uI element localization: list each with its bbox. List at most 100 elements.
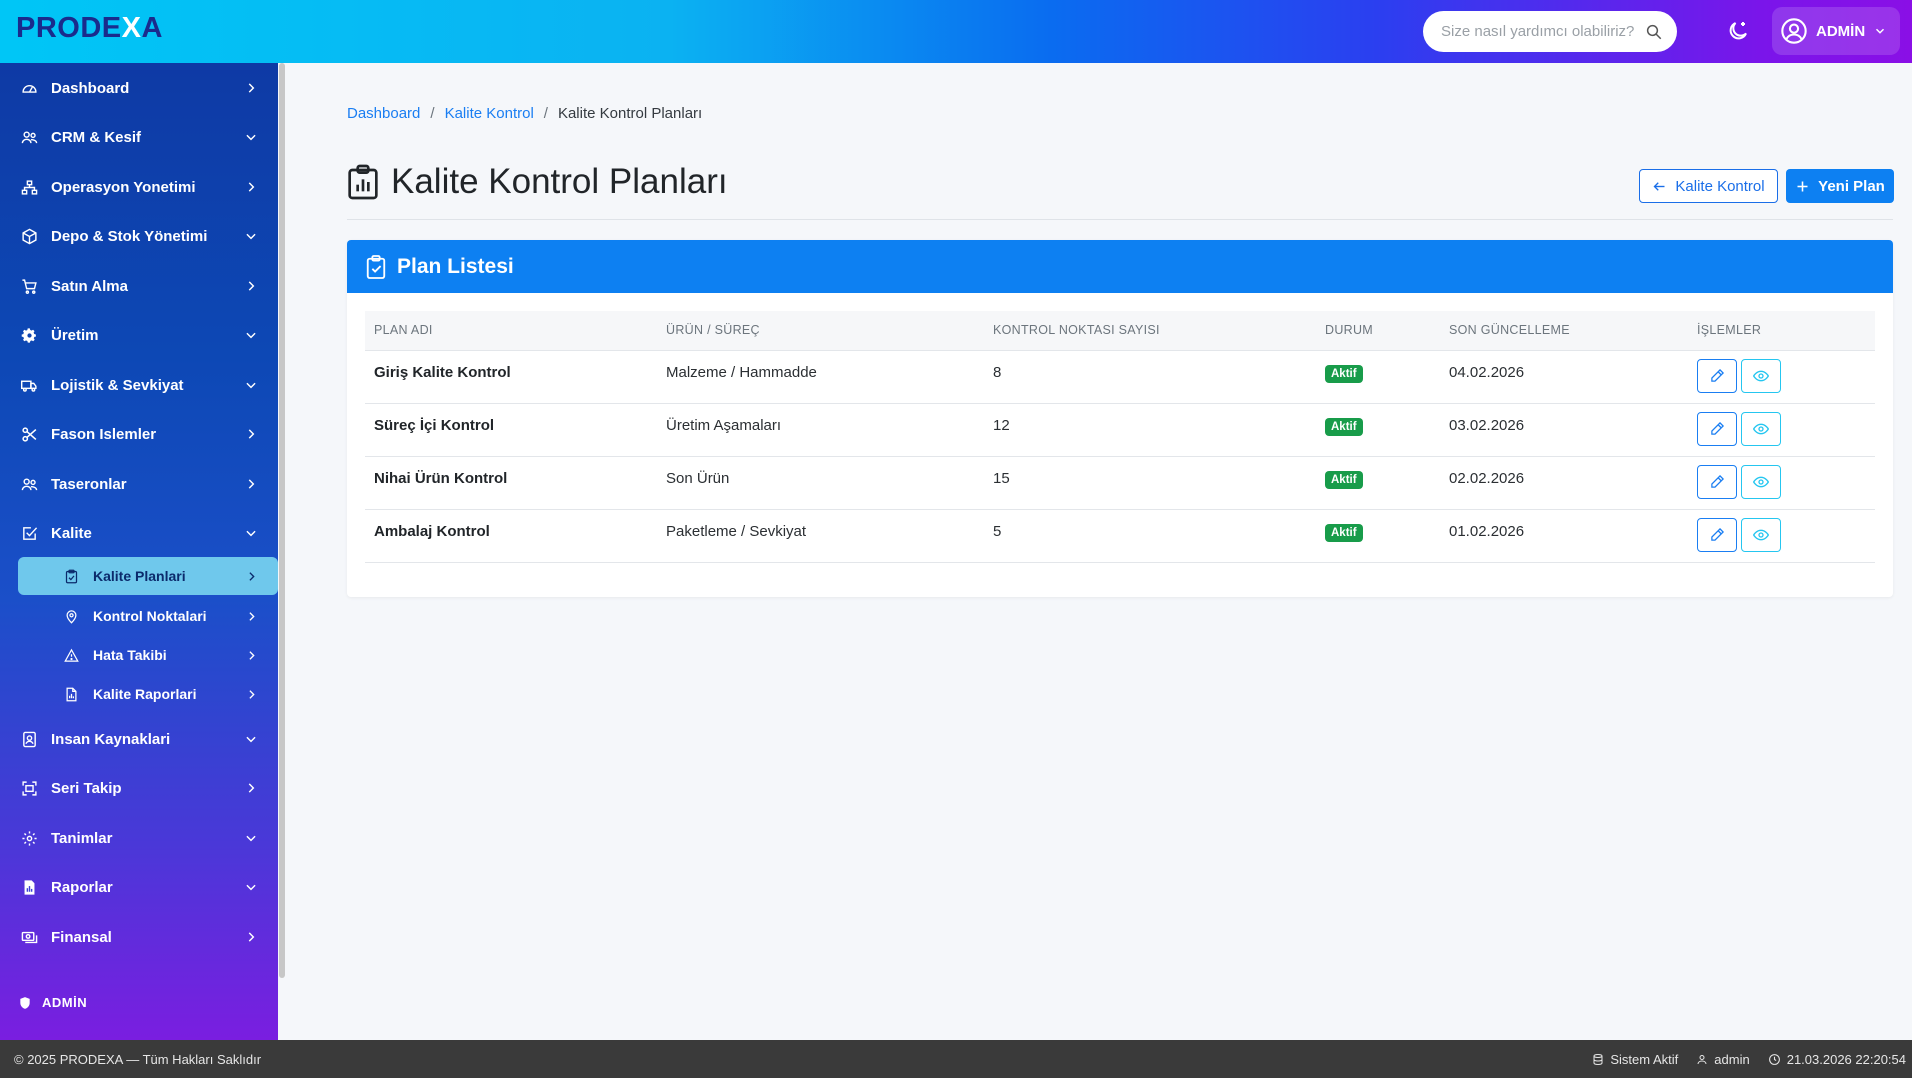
user-icon [1697, 1054, 1707, 1064]
status-cell: Aktif [1316, 456, 1440, 510]
edit-button[interactable] [1697, 517, 1737, 552]
view-button[interactable] [1741, 358, 1781, 393]
chevron-right-icon [248, 932, 255, 942]
back-to-kalite-kontrol-button[interactable]: Kalite Kontrol [1639, 169, 1778, 203]
sidebar-item-depo[interactable]: Depo & Stok Yönetimi [0, 216, 278, 256]
view-button[interactable] [1741, 464, 1781, 499]
table-row: Ambalaj Kontrol Paketleme / Sevkiyat 5 A… [365, 509, 1875, 563]
theme-toggle-button[interactable] [1724, 17, 1752, 45]
sidebar-item-taseronlar[interactable]: Taseronlar [0, 464, 278, 504]
footer-datetime: 21.03.2026 22:20:54 [1768, 1052, 1906, 1067]
chevron-right-icon [248, 83, 255, 93]
breadcrumb-link-kalite-kontrol[interactable]: Kalite Kontrol [445, 105, 534, 122]
sidebar-subitem-hata-takibi[interactable]: Hata Takibi [18, 636, 278, 674]
status-cell: Aktif [1316, 350, 1440, 404]
chevron-down-icon [246, 530, 256, 537]
card-title: Plan Listesi [397, 254, 514, 278]
sidebar-item-fason[interactable]: Fason Islemler [0, 414, 278, 454]
sitemap-icon [20, 178, 38, 196]
id-badge-icon [20, 730, 38, 748]
actions-cell [1688, 456, 1875, 510]
column-header[interactable]: DURUM [1316, 311, 1440, 351]
system-status: Sistem Aktif [1592, 1052, 1678, 1067]
copyright-text: © 2025 PRODEXA — Tüm Hakları Saklıdır [14, 1051, 262, 1067]
sidebar-item-operasyon[interactable]: Operasyon Yonetimi [0, 167, 278, 207]
sidebar-scrollbar[interactable] [279, 63, 285, 978]
edit-button[interactable] [1697, 464, 1737, 499]
chevron-right-icon [248, 281, 255, 291]
table-row: Süreç İçi Kontrol Üretim Aşamaları 12 Ak… [365, 403, 1875, 457]
gauge-icon [20, 79, 38, 97]
plan-table: PLAN ADI ÜRÜN / SÜREÇ KONTROL NOKTASI SA… [365, 311, 1875, 563]
sidebar-item-crm[interactable]: CRM & Kesif [0, 117, 278, 157]
breadcrumb-separator: / [430, 105, 435, 122]
eye-icon [1753, 370, 1769, 381]
pencil-icon [1710, 527, 1724, 541]
sidebar-item-kalite[interactable]: Kalite [0, 513, 278, 553]
chevron-right-icon [248, 783, 255, 793]
process-cell: Malzeme / Hammadde [657, 350, 984, 404]
search-icon[interactable] [1645, 23, 1663, 41]
view-button[interactable] [1741, 517, 1781, 552]
sidebar-item-insan-kaynaklari[interactable]: Insan Kaynaklari [0, 719, 278, 759]
column-header[interactable]: KONTROL NOKTASI SAYISI [984, 311, 1316, 351]
sidebar-item-finansal[interactable]: Finansal [0, 917, 278, 957]
users-icon [20, 475, 38, 493]
chevron-right-icon [248, 182, 255, 192]
user-menu-button[interactable]: ADMİN [1772, 7, 1900, 55]
sidebar-subitem-kontrol-noktalari[interactable]: Kontrol Noktalari [18, 597, 278, 635]
status-badge: Aktif [1325, 417, 1363, 436]
truck-icon [20, 376, 38, 394]
footer-user: admin [1696, 1052, 1750, 1067]
updated-cell: 02.02.2026 [1440, 456, 1688, 510]
edit-button[interactable] [1697, 411, 1737, 446]
sidebar-item-dashboard[interactable]: Dashboard [0, 68, 278, 108]
chevron-down-icon [246, 382, 256, 389]
column-header[interactable]: PLAN ADI [365, 311, 657, 351]
sidebar-item-seri-takip[interactable]: Seri Takip [0, 768, 278, 808]
actions-cell [1688, 509, 1875, 563]
search-input[interactable] [1441, 23, 1645, 40]
edit-button[interactable] [1697, 358, 1737, 393]
status-badge: Aktif [1325, 523, 1363, 542]
sidebar-item-raporlar[interactable]: Raporlar [0, 867, 278, 907]
moon-icon [1729, 22, 1747, 40]
scissors-icon [20, 425, 38, 443]
view-button[interactable] [1741, 411, 1781, 446]
clock-icon [1768, 1053, 1780, 1065]
page-header: Kalite Kontrol Planları [347, 162, 728, 202]
page-title: Kalite Kontrol Planları [391, 162, 728, 201]
plan-name-cell: Süreç İçi Kontrol [365, 403, 657, 457]
cart-icon [20, 277, 38, 295]
count-cell: 8 [984, 350, 1316, 404]
status-badge: Aktif [1325, 364, 1363, 383]
chevron-right-icon [249, 611, 255, 621]
chevron-down-icon [246, 884, 256, 891]
column-header: İŞLEMLER [1688, 311, 1875, 351]
chevron-down-icon [246, 835, 256, 842]
status-cell: Aktif [1316, 509, 1440, 563]
breadcrumb-link-dashboard[interactable]: Dashboard [347, 105, 420, 122]
updated-cell: 04.02.2026 [1440, 350, 1688, 404]
sidebar-footer-user: ADMİN [18, 995, 87, 1010]
sidebar-subitem-kalite-raporlari[interactable]: Kalite Raporlari [18, 675, 278, 713]
table-header-row: PLAN ADI ÜRÜN / SÜREÇ KONTROL NOKTASI SA… [365, 311, 1875, 351]
table-row: Nihai Ürün Kontrol Son Ürün 15 Aktif 02.… [365, 456, 1875, 510]
chevron-down-icon [246, 233, 256, 240]
column-header[interactable]: SON GÜNCELLEME [1440, 311, 1688, 351]
chevron-down-icon [246, 134, 256, 141]
sidebar-item-satin-alma[interactable]: Satın Alma [0, 266, 278, 306]
sidebar-subitem-kalite-planlari[interactable]: Kalite Planlari [18, 557, 278, 595]
card-header: Plan Listesi [347, 240, 1893, 293]
arrow-left-icon [1653, 181, 1665, 191]
sidebar-item-lojistik[interactable]: Lojistik & Sevkiyat [0, 365, 278, 405]
brand-logo[interactable]: PRODEXA [16, 12, 163, 45]
sidebar-item-uretim[interactable]: Üretim [0, 315, 278, 355]
clipboard-chart-icon [348, 164, 378, 200]
user-circle-icon [1781, 18, 1807, 44]
breadcrumb-current: Kalite Kontrol Planları [557, 105, 703, 122]
column-header[interactable]: ÜRÜN / SÜREÇ [657, 311, 984, 351]
sidebar-item-tanimlar[interactable]: Tanimlar [0, 818, 278, 858]
new-plan-button[interactable]: Yeni Plan [1786, 169, 1894, 203]
count-cell: 5 [984, 509, 1316, 563]
